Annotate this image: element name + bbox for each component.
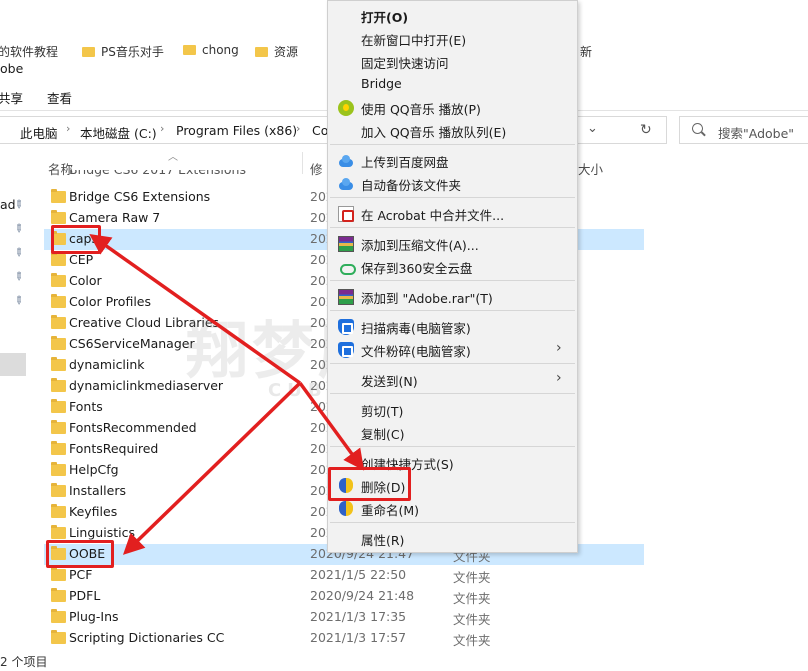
arrow-to-delete xyxy=(298,381,365,471)
arrow-to-oobe xyxy=(122,381,302,555)
annotation-arrows xyxy=(89,233,365,555)
arrow-to-caps xyxy=(89,233,302,385)
explorer-screenshot: 的软件教程 PS音乐对手 chong 资源 新 obe 共享 查看 此电脑 › … xyxy=(0,0,808,671)
